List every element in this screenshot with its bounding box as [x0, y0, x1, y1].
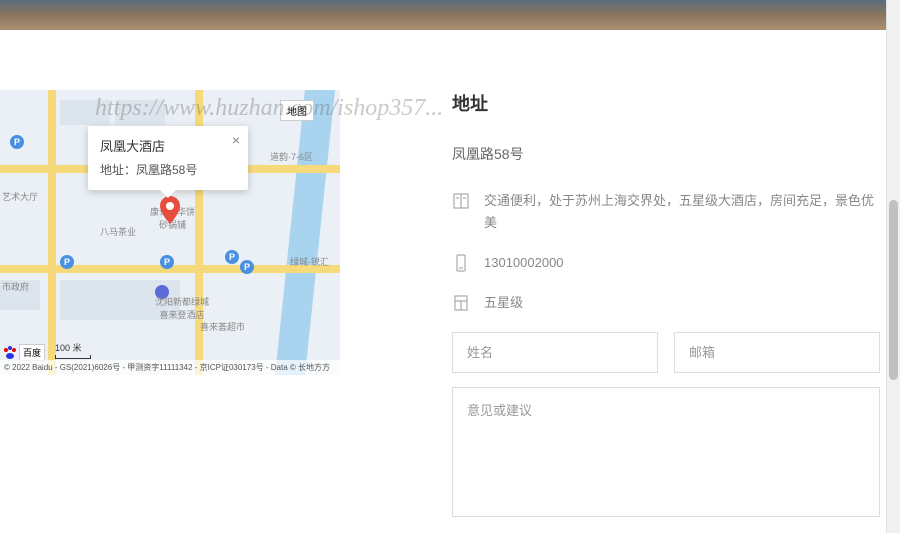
map-container[interactable]: 地图 P P P P P 艺术大厅 市政府 八马茶业 康记龙华饼 砂锅铺 沈阳新… — [0, 90, 340, 375]
poi-parking-icon[interactable]: P — [225, 250, 239, 264]
baidu-logo[interactable]: 百度 — [2, 344, 45, 361]
phone-text: 13010002000 — [484, 252, 564, 274]
map-type-controls: 地图 — [280, 100, 314, 121]
map-label: 八马茶业 — [100, 225, 136, 238]
main-content: 地图 P P P P P 艺术大厅 市政府 八马茶业 康记龙华饼 砂锅铺 沈阳新… — [0, 30, 900, 522]
info-row-phone: 13010002000 — [452, 252, 880, 274]
book-icon — [452, 192, 470, 210]
baidu-logo-text: 百度 — [19, 344, 45, 361]
building-icon — [452, 294, 470, 312]
map-label: 沈阳新都绿城 喜来登酒店 — [155, 295, 209, 321]
map-marker-icon[interactable] — [160, 196, 180, 224]
map-label: 道韵·7-6区 — [270, 150, 313, 163]
map-scale: 100 米 — [55, 341, 91, 359]
map-copyright: © 2022 Baidu - GS(2021)6026号 - 甲测资字11111… — [0, 360, 340, 375]
description-text: 交通便利，处于苏州上海交界处，五星级大酒店，房间充足，景色优美 — [484, 190, 880, 234]
close-icon[interactable]: × — [232, 132, 240, 148]
map-type-map-button[interactable]: 地图 — [280, 100, 314, 121]
map-label: 绿城·锐汇 — [290, 255, 329, 268]
map-info-window: × 凤凰大酒店 地址：凤凰路58号 — [88, 126, 248, 190]
email-input[interactable] — [674, 332, 880, 373]
info-row-rating: 五星级 — [452, 292, 880, 314]
rating-text: 五星级 — [484, 292, 523, 314]
address-text: 凤凰路58号 — [452, 144, 880, 164]
message-textarea[interactable] — [452, 387, 880, 517]
poi-parking-icon[interactable]: P — [10, 135, 24, 149]
section-title: 地址 — [452, 90, 880, 116]
scrollbar[interactable] — [886, 0, 900, 533]
details-section: 地址 凤凰路58号 交通便利，处于苏州上海交界处，五星级大酒店，房间充足，景色优… — [422, 90, 900, 522]
info-window-address: 地址：凤凰路58号 — [100, 161, 218, 178]
map-label: 喜来荟超市 — [200, 320, 245, 333]
info-row-description: 交通便利，处于苏州上海交界处，五星级大酒店，房间充足，景色优美 — [452, 190, 880, 234]
poi-parking-icon[interactable]: P — [160, 255, 174, 269]
name-input[interactable] — [452, 332, 658, 373]
map-label: 艺术大厅 — [2, 190, 38, 203]
form-row — [452, 332, 880, 373]
poi-parking-icon[interactable]: P — [240, 260, 254, 274]
poi-parking-icon[interactable]: P — [60, 255, 74, 269]
hero-banner — [0, 0, 900, 30]
phone-icon — [452, 254, 470, 272]
map-section: 地图 P P P P P 艺术大厅 市政府 八马茶业 康记龙华饼 砂锅铺 沈阳新… — [0, 90, 422, 522]
info-window-title: 凤凰大酒店 — [100, 136, 218, 155]
map-label: 市政府 — [2, 280, 29, 293]
scroll-thumb[interactable] — [889, 200, 898, 380]
